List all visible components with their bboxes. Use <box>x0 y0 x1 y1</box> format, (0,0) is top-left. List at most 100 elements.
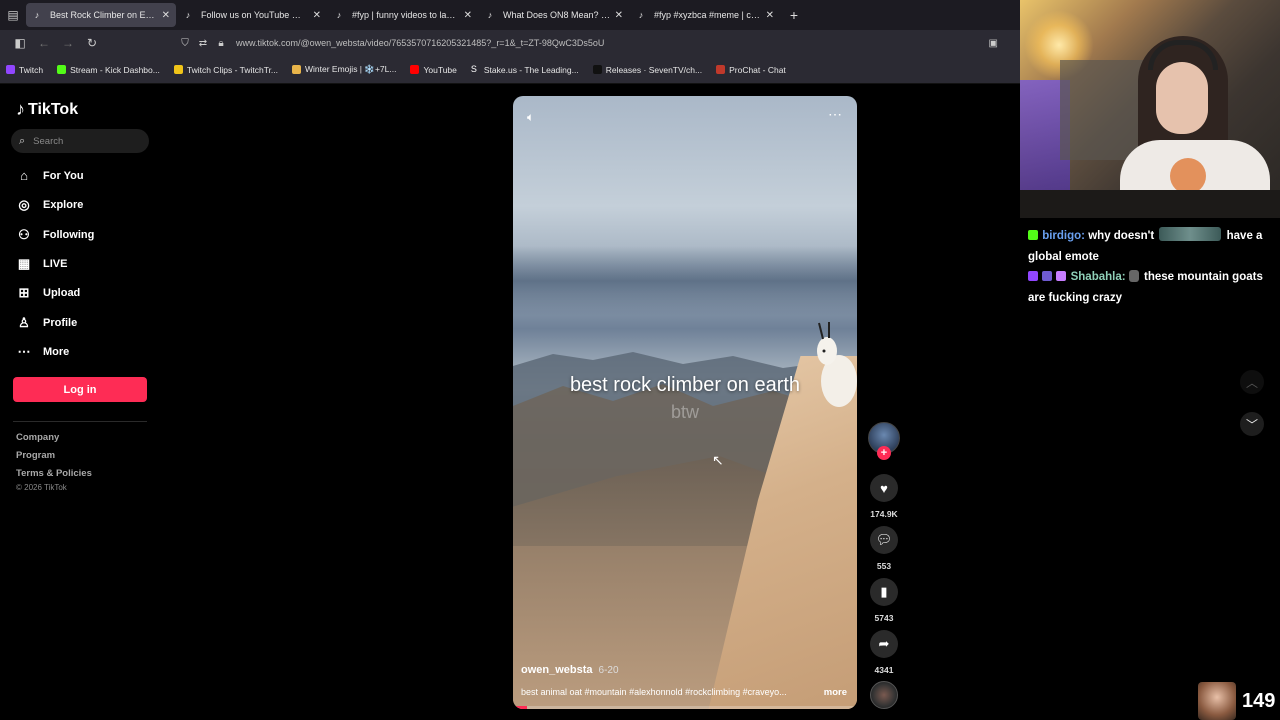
nav-explore[interactable]: ◎ Explore <box>16 197 83 213</box>
chat-username[interactable]: Shabahla: <box>1071 271 1126 283</box>
tiktok-sidebar: ♪ TikTok ⌕ Search ⌂ For You ◎ Explore ⚇ … <box>0 85 165 720</box>
tab-follow-youtube[interactable]: ♪ Follow us on YouTube @Hoodl ✕ <box>177 3 327 27</box>
search-placeholder: Search <box>33 135 64 147</box>
description-more-button[interactable]: more <box>824 687 847 698</box>
video-description[interactable]: best animal oat #mountain #alexhonnold #… <box>521 687 821 697</box>
home-icon: ⌂ <box>20 168 28 183</box>
nav-profile[interactable]: ♙ Profile <box>16 315 77 331</box>
browser-window: ▤ ♪ Best Rock Climber on Earth ✕ ♪ Follo… <box>0 0 1020 720</box>
kick-badge-icon <box>1028 230 1038 240</box>
tab-fyp-funny[interactable]: ♪ #fyp | funny videos to laugh | Ti ✕ <box>328 3 478 27</box>
bookmark-kick[interactable]: Stream - Kick Dashbo... <box>57 65 160 75</box>
github-icon <box>592 65 602 74</box>
close-tab-icon[interactable]: ✕ <box>464 10 472 21</box>
tab-fyp-xyzbca[interactable]: ♪ #fyp #xyzbca #meme | crying w ✕ <box>630 3 780 27</box>
search-input[interactable]: ⌕ Search <box>11 129 149 153</box>
tab-strip: ▤ ♪ Best Rock Climber on Earth ✕ ♪ Follo… <box>0 0 1020 30</box>
url-text[interactable]: www.tiktok.com/@owen_websta/video/765357… <box>236 38 604 48</box>
footer-company-link[interactable]: Company <box>16 432 59 443</box>
author-name[interactable]: owen_websta <box>521 664 593 676</box>
video-player[interactable]: 🔈︎ ⋯ best rock climber on earth btw owen… <box>513 96 857 709</box>
copyright-text: © 2026 TikTok <box>16 483 67 492</box>
follow-plus-icon[interactable]: + <box>877 446 891 460</box>
viewer-count: 149 <box>1242 689 1276 712</box>
tab-list-icon[interactable]: ▤ <box>0 0 26 30</box>
share-button[interactable]: ➦ <box>870 630 898 658</box>
chat-username[interactable]: birdigo: <box>1042 230 1085 242</box>
url-bar[interactable]: ⛉ ⇄ 🔒︎ www.tiktok.com/@owen_websta/video… <box>176 33 1012 53</box>
bookmark-twitch[interactable]: Twitch <box>6 65 43 75</box>
nav-label: More <box>43 346 70 358</box>
bookmark-seventv[interactable]: Releases · SevenTV/ch... <box>592 64 703 75</box>
lock-icon[interactable]: 🔒︎ <box>212 38 230 49</box>
nav-live[interactable]: ▦ LIVE <box>16 256 68 272</box>
share-count: 4341 <box>874 665 894 675</box>
bookmark-label: Stream - Kick Dashbo... <box>70 64 160 75</box>
reader-view-icon[interactable]: ▣ <box>989 38 998 49</box>
bookmark-twitch-clips[interactable]: Twitch Clips - TwitchTr... <box>173 65 278 75</box>
tab-on8-meaning[interactable]: ♪ What Does ON8 Mean? — Mea ✕ <box>479 3 629 27</box>
comment-button[interactable]: 💬︎ <box>870 526 898 554</box>
video-caption-sub: btw <box>670 402 699 422</box>
chat-text: why doesn't <box>1088 230 1155 242</box>
mute-icon[interactable]: 🔈︎ <box>527 110 534 125</box>
following-icon: ⚇ <box>18 227 30 242</box>
tiktok-icon: ♪ <box>185 10 191 20</box>
close-tab-icon[interactable]: ✕ <box>162 10 170 21</box>
kick-icon <box>57 65 67 74</box>
nav-following[interactable]: ⚇ Following <box>16 227 94 243</box>
next-video-button[interactable]: ﹀ <box>1240 412 1264 436</box>
tab-best-rock-climber[interactable]: ♪ Best Rock Climber on Earth ✕ <box>26 3 176 27</box>
nav-label: Explore <box>43 199 84 211</box>
tiktok-logo[interactable]: ♪ TikTok <box>16 99 78 120</box>
bookmark-label: Releases · SevenTV/ch... <box>605 64 703 75</box>
like-button[interactable]: ♥ <box>870 474 898 502</box>
permissions-icon[interactable]: ⇄ <box>194 38 212 49</box>
sub-badge-icon <box>1042 271 1053 281</box>
video-date: 6-20 <box>598 665 619 676</box>
close-tab-icon[interactable]: ✕ <box>313 10 321 21</box>
forward-button[interactable]: → <box>56 31 80 55</box>
prochat-icon <box>716 65 726 74</box>
bookmark-winter-emojis[interactable]: Winter Emojis | ❄️+7L... <box>292 64 396 75</box>
nav-more[interactable]: ⋯ More <box>16 344 70 360</box>
tiktok-logo-icon: ♪ <box>16 99 25 119</box>
save-button[interactable]: ▮ <box>870 578 898 606</box>
shield-icon[interactable]: ⛉ <box>176 38 194 49</box>
bookmark-prochat[interactable]: ProChat - Chat <box>716 65 786 75</box>
bookmark-icon: ▮ <box>880 584 888 599</box>
nav-label: Following <box>43 229 95 241</box>
bookmark-stake[interactable]: S Stake.us - The Leading... <box>470 65 579 75</box>
chevron-up-icon: ︿ <box>1245 375 1258 390</box>
twitch-icon <box>6 65 15 74</box>
new-tab-button[interactable]: + <box>781 7 807 23</box>
video-more-options-icon[interactable]: ⋯ <box>828 106 843 123</box>
sidebar-toggle-icon[interactable]: ◧ <box>8 31 32 55</box>
chat-username-text[interactable]: Shabahla <box>1071 271 1122 283</box>
footer-program-link[interactable]: Program <box>16 450 55 461</box>
tab-title: What Does ON8 Mean? — Mea <box>503 10 611 20</box>
shirt-graphic <box>1170 158 1206 194</box>
reload-button[interactable]: ↻ <box>80 31 104 55</box>
bookmark-youtube[interactable]: YouTube <box>410 65 457 75</box>
close-tab-icon[interactable]: ✕ <box>615 10 623 21</box>
video-author[interactable]: owen_websta 6-20 <box>521 664 619 676</box>
footer-terms-link[interactable]: Terms & Policies <box>16 468 92 479</box>
twitch-badge-icon <box>1028 271 1038 281</box>
music-disc-icon[interactable] <box>870 681 898 709</box>
back-button[interactable]: ← <box>32 31 56 55</box>
bookmarks-bar: Twitch Stream - Kick Dashbo... Twitch Cl… <box>0 56 1020 84</box>
bookmark-label: Winter Emojis | ❄️+7L... <box>305 64 397 74</box>
tab-title: #fyp #xyzbca #meme | crying w <box>654 10 762 20</box>
viewer-avatar <box>1198 682 1236 720</box>
login-button[interactable]: Log in <box>13 377 147 402</box>
tiktok-icon: ♪ <box>336 10 342 20</box>
more-icon: ⋯ <box>17 344 31 359</box>
nav-upload[interactable]: ⊞ Upload <box>16 285 81 301</box>
video-progress-bar[interactable] <box>513 706 857 709</box>
chat-feed: birdigo: why doesn't have a global emote… <box>1028 226 1272 308</box>
close-tab-icon[interactable]: ✕ <box>766 10 774 21</box>
chat-username-text[interactable]: birdigo <box>1042 230 1081 242</box>
nav-for-you[interactable]: ⌂ For You <box>16 168 83 183</box>
previous-video-button[interactable]: ︿ <box>1240 370 1264 394</box>
